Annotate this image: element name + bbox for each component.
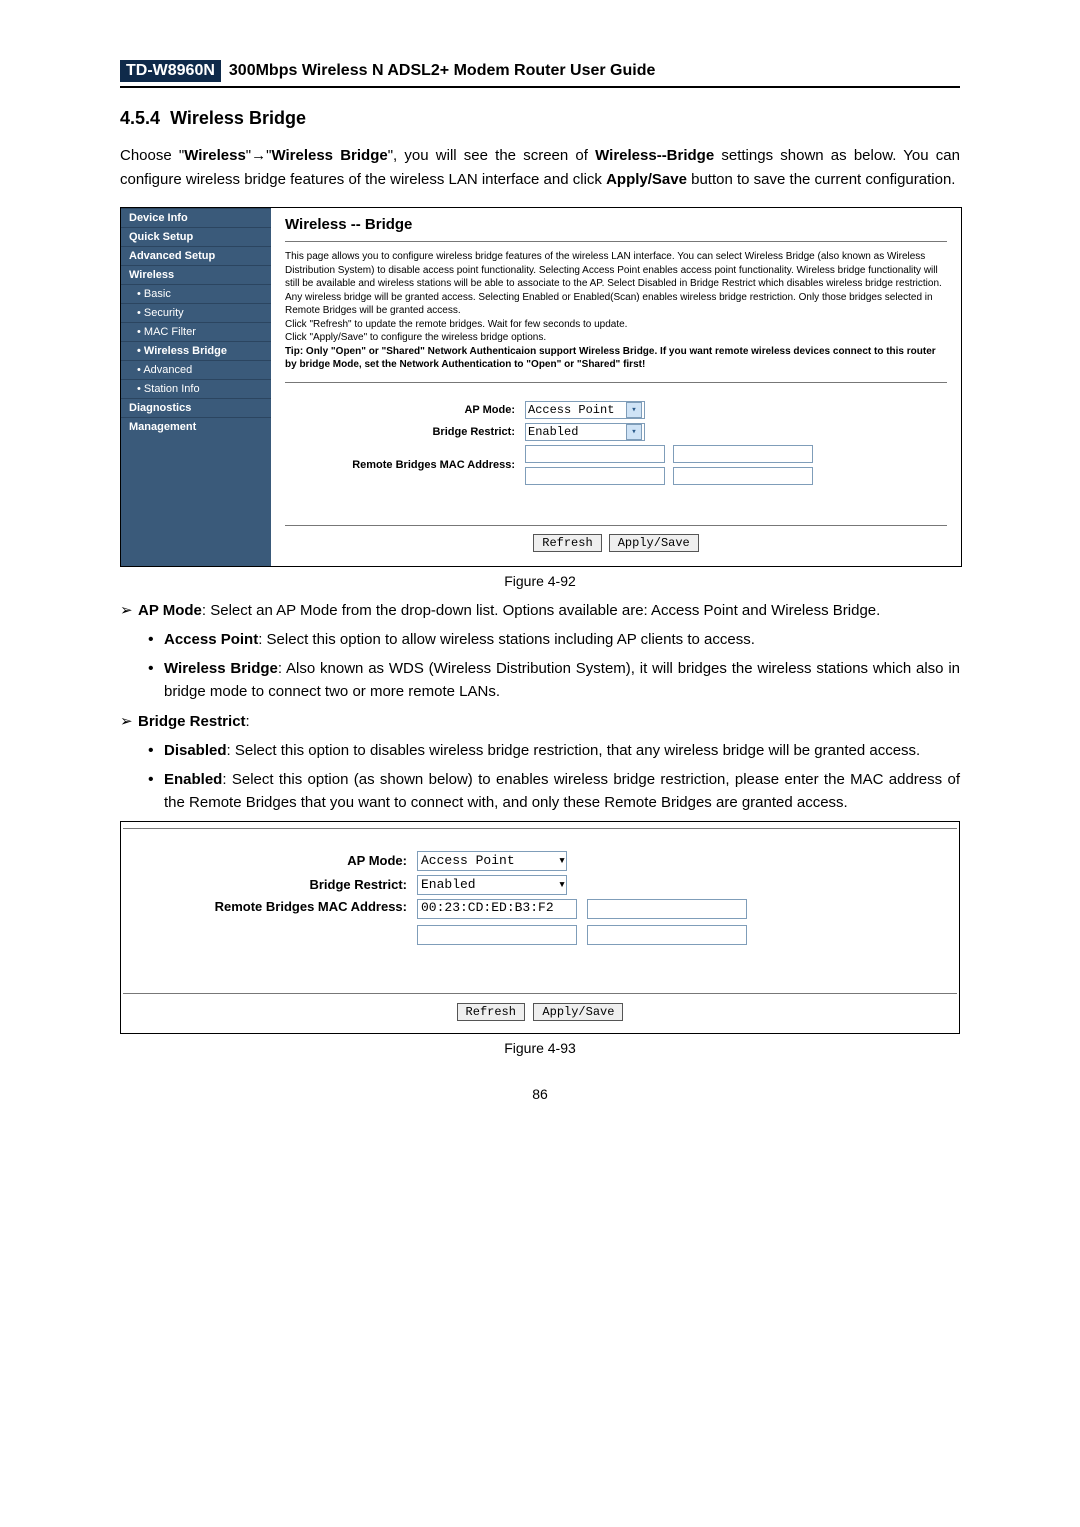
label-remote-mac: Remote Bridges MAC Address: [147, 899, 417, 914]
apply-save-button[interactable]: Apply/Save [533, 1003, 623, 1021]
sidebar-item[interactable]: Advanced Setup [121, 246, 271, 265]
apply-save-button[interactable]: Apply/Save [609, 534, 699, 552]
remote-mac-input[interactable] [417, 925, 577, 945]
bullet-disabled: Disabled: Select this option to disables… [164, 739, 960, 762]
doc-title: 300Mbps Wireless N ADSL2+ Modem Router U… [229, 62, 655, 80]
remote-mac-input[interactable] [587, 899, 747, 919]
panel-title: Wireless -- Bridge [285, 216, 947, 233]
remote-mac-input[interactable]: 00:23:CD:ED:B3:F2 [417, 899, 577, 919]
label-ap-mode: AP Mode: [285, 404, 525, 416]
intro-paragraph: Choose "Wireless"→"Wireless Bridge", you… [120, 144, 960, 192]
sidebar-item[interactable]: Advanced [121, 360, 271, 379]
model-tag: TD-W8960N [120, 60, 221, 82]
remote-mac-input[interactable] [673, 467, 813, 485]
select-bridge-restrict[interactable]: Enabled ▾ [525, 423, 645, 441]
sidebar-item[interactable]: MAC Filter [121, 322, 271, 341]
main-pane: Wireless -- Bridge This page allows you … [271, 208, 961, 566]
bullet-ap-mode: AP Mode: Select an AP Mode from the drop… [138, 599, 960, 704]
select-bridge-restrict[interactable]: Enabled ▾ [417, 875, 567, 895]
bullet-bridge-restrict: Bridge Restrict: Disabled: Select this o… [138, 710, 960, 815]
sidebar-item[interactable]: Security [121, 303, 271, 322]
panel-description: This page allows you to configure wirele… [285, 250, 947, 372]
remote-mac-input[interactable] [525, 445, 665, 463]
chevron-down-icon: ▾ [558, 853, 566, 868]
sidebar-item[interactable]: Wireless Bridge [121, 341, 271, 360]
section-heading: 4.5.4 Wireless Bridge [120, 108, 960, 129]
sidebar-item[interactable]: Basic [121, 284, 271, 303]
chevron-down-icon: ▾ [626, 402, 642, 418]
page-number: 86 [120, 1086, 960, 1102]
select-ap-mode[interactable]: Access Point ▾ [417, 851, 567, 871]
remote-mac-input[interactable] [525, 467, 665, 485]
sidebar-item[interactable]: Quick Setup [121, 227, 271, 246]
bullet-enabled: Enabled: Select this option (as shown be… [164, 768, 960, 815]
label-bridge-restrict: Bridge Restrict: [285, 426, 525, 438]
figure-caption-1: Figure 4-92 [120, 573, 960, 589]
remote-mac-input[interactable] [673, 445, 813, 463]
bullet-wireless-bridge: Wireless Bridge: Also known as WDS (Wire… [164, 657, 960, 704]
sidebar-item[interactable]: Management [121, 417, 271, 436]
sidebar: Device InfoQuick SetupAdvanced SetupWire… [121, 208, 271, 566]
bullet-access-point: Access Point: Select this option to allo… [164, 628, 960, 651]
sidebar-item[interactable]: Device Info [121, 208, 271, 227]
router-ui-figure-1: Device InfoQuick SetupAdvanced SetupWire… [120, 207, 962, 567]
sidebar-item[interactable]: Diagnostics [121, 398, 271, 417]
figure-caption-2: Figure 4-93 [120, 1040, 960, 1056]
label-remote-mac: Remote Bridges MAC Address: [285, 459, 525, 471]
chevron-down-icon: ▾ [626, 424, 642, 440]
refresh-button[interactable]: Refresh [457, 1003, 525, 1021]
router-ui-figure-2: AP Mode: Access Point ▾ Bridge Restrict:… [120, 821, 960, 1034]
refresh-button[interactable]: Refresh [533, 534, 601, 552]
remote-mac-input[interactable] [587, 925, 747, 945]
sidebar-item[interactable]: Wireless [121, 265, 271, 284]
label-bridge-restrict: Bridge Restrict: [147, 877, 417, 892]
chevron-down-icon: ▾ [558, 877, 566, 892]
select-ap-mode[interactable]: Access Point ▾ [525, 401, 645, 419]
page-header: TD-W8960N 300Mbps Wireless N ADSL2+ Mode… [120, 60, 960, 88]
label-ap-mode: AP Mode: [147, 853, 417, 868]
sidebar-item[interactable]: Station Info [121, 379, 271, 398]
